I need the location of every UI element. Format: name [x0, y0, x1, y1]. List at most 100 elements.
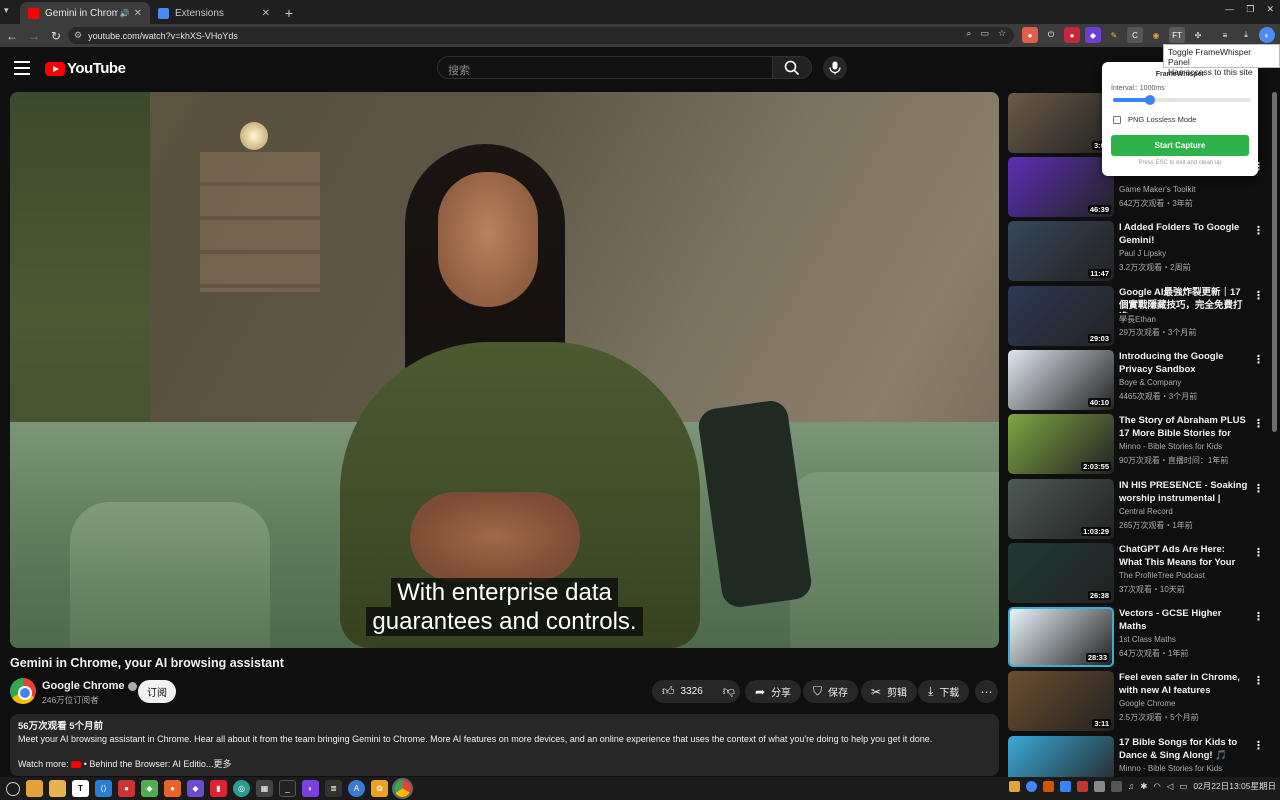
bluetooth-icon[interactable]: ✱ [1140, 781, 1147, 792]
tab-search-icon[interactable]: ▾ [4, 5, 16, 17]
search-input[interactable]: 搜索 [437, 56, 773, 79]
close-window-icon[interactable]: ✕ [1266, 4, 1274, 15]
video-thumbnail[interactable]: 3:00 [1008, 93, 1114, 153]
typora-icon[interactable]: T [72, 780, 89, 797]
png-lossless-checkbox[interactable]: PNG Lossless Mode [1113, 115, 1196, 124]
app-icon[interactable]: ◎ [233, 780, 250, 797]
tray-icon[interactable] [1076, 780, 1088, 792]
app-icon[interactable]: ● [164, 780, 181, 797]
more-options-icon[interactable]: ⋮ [1253, 417, 1264, 430]
channel-name[interactable]: Paul J Lipsky [1119, 249, 1166, 258]
share-button[interactable]: ➦ 分享 [745, 680, 802, 703]
site-info-icon[interactable]: ⚙ [74, 30, 82, 41]
app-icon[interactable]: ▮ [210, 780, 227, 797]
recommendation-card[interactable]: 3:11 Feel even safer in Chrome, with new … [1008, 671, 1270, 731]
channel-name[interactable]: Google Chrome [42, 680, 137, 692]
app-icon[interactable]: ◐ [302, 780, 319, 797]
recommendation-card[interactable]: 40:10 Introducing the Google Privacy Sand… [1008, 350, 1270, 410]
search-button[interactable] [772, 56, 812, 79]
more-options-icon[interactable]: ⋮ [1253, 610, 1264, 623]
app-icon[interactable]: A [348, 780, 365, 797]
volume-icon[interactable]: ◁ [1167, 781, 1174, 792]
vscode-icon[interactable]: ⟨⟩ [95, 780, 112, 797]
show-more-link[interactable]: ...更多 [206, 759, 232, 769]
tray-icon[interactable] [1059, 780, 1071, 792]
channel-name[interactable]: The ProfileTree Podcast [1119, 571, 1205, 580]
terminal-icon[interactable]: _ [279, 780, 296, 797]
more-options-icon[interactable]: ⋮ [1253, 739, 1264, 752]
app-launcher-icon[interactable] [6, 781, 20, 796]
app-icon[interactable]: ≣ [325, 780, 342, 797]
tray-icon[interactable] [1110, 780, 1122, 792]
channel-name[interactable]: 學長Ethan [1119, 314, 1156, 325]
slider-knob[interactable] [1145, 95, 1156, 105]
video-title[interactable]: Introducing the Google Privacy Sandbox [1119, 351, 1249, 376]
recommendation-card[interactable]: 11:47 I Added Folders To Google Gemini! Pa… [1008, 221, 1270, 281]
more-options-icon[interactable]: ⋮ [1253, 546, 1264, 559]
forward-icon[interactable]: → [24, 26, 44, 46]
video-player[interactable]: With enterprise data guarantees and cont… [10, 92, 999, 648]
pen-icon[interactable]: ✎ [1106, 27, 1122, 43]
video-title[interactable]: 17 Bible Songs for Kids to Dance & Sing … [1119, 737, 1249, 763]
extension-1-icon[interactable]: ● [1022, 27, 1038, 43]
channel-name[interactable]: Boye & Company [1119, 378, 1181, 387]
tab-extensions[interactable]: Extensions ✕ [150, 2, 278, 24]
app-icon[interactable]: ◆ [141, 780, 158, 797]
more-options-icon[interactable]: ⋮ [1253, 353, 1264, 366]
channel-name[interactable]: Minno - Bible Stories for Kids [1119, 764, 1222, 773]
new-tab-button[interactable]: + [278, 2, 300, 24]
back-icon[interactable]: ← [2, 26, 22, 46]
menu-icon[interactable] [14, 61, 30, 75]
reload-icon[interactable]: ↻ [46, 26, 66, 46]
app-icon[interactable]: ◆ [187, 780, 204, 797]
channel-name[interactable]: Minno - Bible Stories for Kids [1119, 442, 1222, 451]
checkbox-icon[interactable] [1113, 115, 1121, 124]
download-button[interactable]: ⤓ 下载 [918, 680, 970, 703]
channel-name[interactable]: Game Maker's Toolkit [1119, 185, 1196, 194]
like-count[interactable]: 3326 [681, 686, 703, 697]
video-thumbnail[interactable]: 26:38 [1008, 543, 1114, 603]
address-bar[interactable]: ⚙ youtube.com/watch?v=khXS-VHoYds ⌕ ▭ ☆ [68, 27, 1014, 44]
download-icon[interactable]: ⤓ [1238, 27, 1254, 43]
extension-c-icon[interactable]: C [1127, 27, 1143, 43]
channel-name[interactable]: Central Record [1119, 507, 1173, 516]
voice-search-button[interactable] [823, 56, 847, 80]
tray-icon[interactable] [1093, 780, 1105, 792]
save-button[interactable]: ⛉ 保存 [803, 680, 859, 703]
video-thumbnail[interactable]: 11:47 [1008, 221, 1114, 281]
interval-slider[interactable] [1113, 95, 1251, 105]
music-icon[interactable]: ♫ [1128, 781, 1134, 791]
video-title[interactable]: Vectors - GCSE Higher Maths [1119, 608, 1249, 633]
video-thumbnail[interactable]: 29:03 [1008, 286, 1114, 346]
power-icon[interactable]: ⏻ [1043, 27, 1059, 43]
video-title[interactable]: Feel even safer in Chrome, with new AI f… [1119, 672, 1249, 697]
channel-avatar[interactable] [10, 678, 36, 704]
video-thumbnail[interactable]: 3:11 [1008, 671, 1114, 731]
more-options-icon[interactable]: ⋮ [1253, 224, 1264, 237]
more-options-icon[interactable]: ⋮ [1253, 482, 1264, 495]
close-tab-icon[interactable]: ✕ [134, 8, 142, 19]
extensions-puzzle-icon[interactable]: ✣ [1190, 27, 1206, 43]
zoom-icon[interactable]: ⌕ [966, 28, 971, 39]
channel-name[interactable]: 1st Class Maths [1119, 635, 1176, 644]
description-box[interactable]: 56万次观看 5个月前 Meet your AI browsing assist… [10, 714, 999, 776]
profile-avatar-icon[interactable]: ◐ [1259, 27, 1275, 43]
cast-icon[interactable]: ▭ [980, 28, 989, 39]
clock[interactable]: 02月22日13:05星期日 [1193, 780, 1276, 792]
chrome-icon[interactable] [392, 778, 413, 799]
recommendation-card[interactable]: 26:38 ChatGPT Ads Are Here: What This Mea… [1008, 543, 1270, 603]
tray-icon[interactable] [1008, 780, 1020, 792]
tab-gemini[interactable]: Gemini in Chrome, yo 🔊 ✕ [20, 2, 150, 24]
files-icon[interactable] [49, 780, 66, 797]
video-title[interactable]: ChatGPT Ads Are Here: What This Means fo… [1119, 544, 1249, 570]
video-thumbnail[interactable]: 2:03:55 [1008, 414, 1114, 474]
folder-icon[interactable] [26, 780, 43, 797]
tray-icon[interactable] [1042, 780, 1054, 792]
extension-4-icon[interactable]: ◆ [1085, 27, 1101, 43]
tray-icon[interactable] [1025, 780, 1037, 792]
recommendation-card[interactable]: 28:33 Vectors - GCSE Higher Maths 1st Clas… [1008, 607, 1270, 667]
video-title[interactable]: Google AI最強炸裂更新｜17個實戰隱藏技巧，完全免費打造… [1119, 287, 1249, 313]
extension-coin-icon[interactable]: ◉ [1148, 27, 1164, 43]
scrollbar[interactable] [1272, 92, 1277, 432]
video-thumbnail[interactable]: 46:39 [1008, 157, 1114, 217]
